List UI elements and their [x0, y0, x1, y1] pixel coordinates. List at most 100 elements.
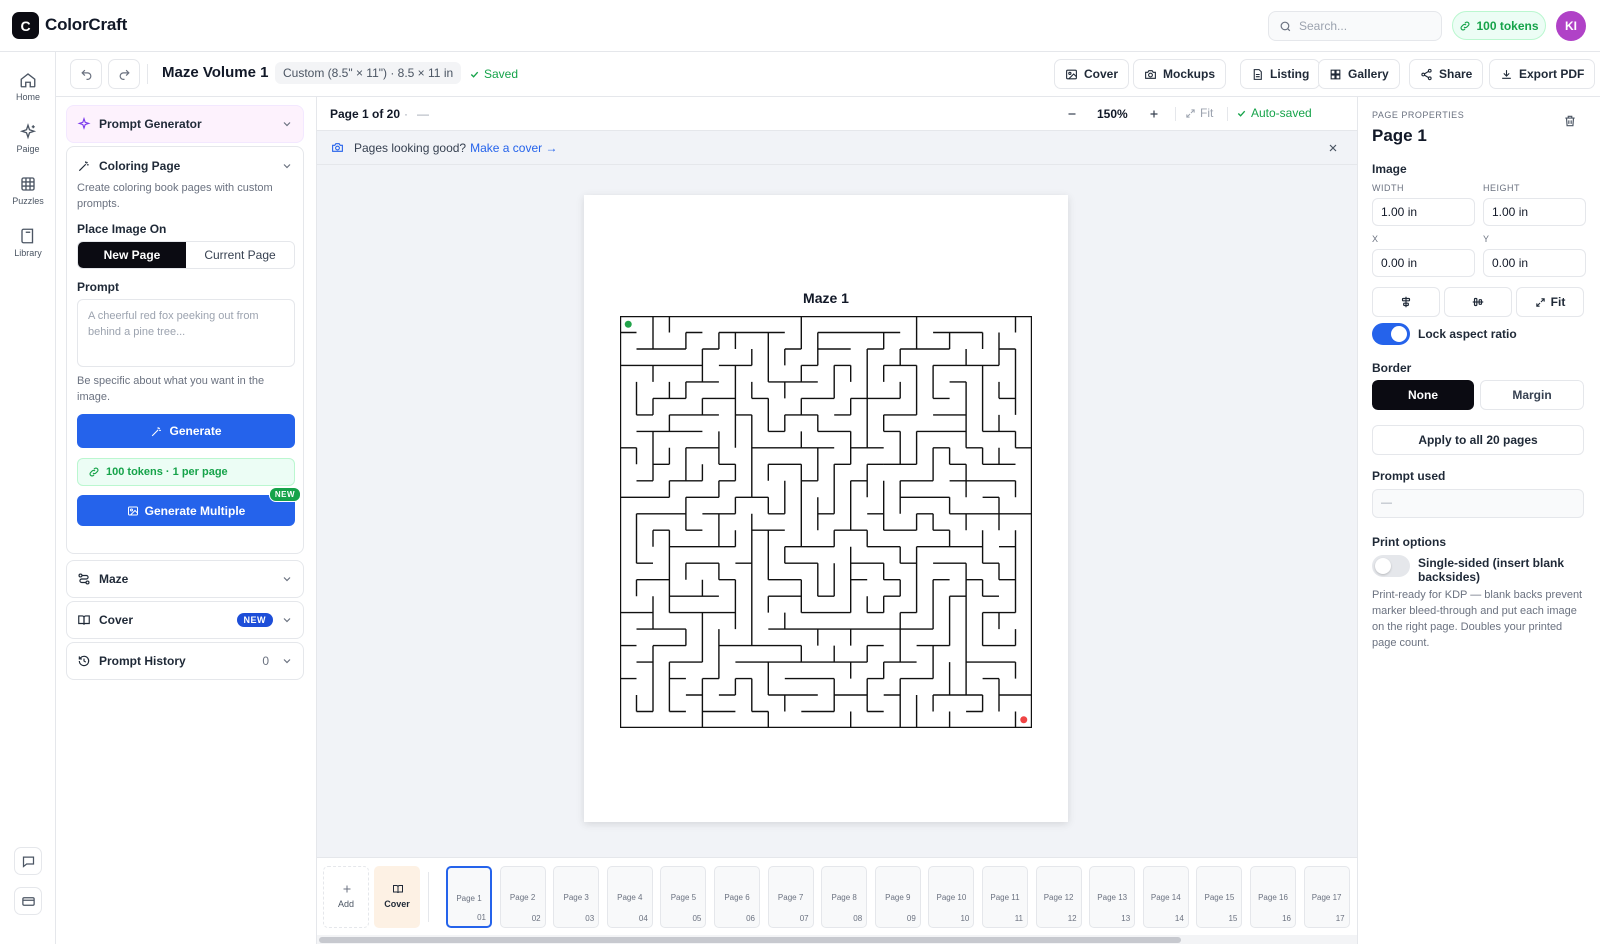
border-toggle: None Margin	[1372, 380, 1584, 410]
gallery-button[interactable]: Gallery	[1318, 59, 1400, 89]
current-page-option[interactable]: Current Page	[186, 242, 294, 268]
export-pdf-button[interactable]: Export PDF	[1489, 59, 1596, 89]
place-image-label: Place Image On	[77, 222, 167, 236]
page-thumbnail-number: 02	[531, 914, 541, 923]
sparkle-icon	[19, 123, 37, 140]
maze-section[interactable]: Maze	[66, 560, 304, 598]
search-icon	[1280, 21, 1291, 31]
image-icon	[127, 506, 138, 515]
y-field[interactable]	[1483, 249, 1586, 277]
export-pdf-button-label: Export PDF	[1519, 67, 1585, 81]
cover-button[interactable]: Cover	[1054, 59, 1130, 89]
rail-item-library[interactable]: Library	[0, 227, 56, 258]
align-horizontal-center-button[interactable]	[1372, 287, 1440, 317]
add-page-button[interactable]: Add	[323, 866, 369, 928]
share-button[interactable]: Share	[1409, 59, 1484, 89]
rail-item-puzzles[interactable]: Puzzles	[0, 175, 56, 206]
page-thumbnail[interactable]: Page 15 15	[1196, 866, 1243, 928]
page-thumbnail[interactable]: Page 16 16	[1250, 866, 1296, 928]
border-none-option[interactable]: None	[1372, 380, 1474, 410]
x-input[interactable]	[1381, 256, 1466, 270]
chevron-down-icon[interactable]	[281, 614, 293, 626]
page-thumbnail[interactable]: Page 8 08	[821, 866, 868, 928]
search-box[interactable]	[1268, 11, 1442, 41]
tokens-badge[interactable]: 100 tokens	[1452, 11, 1546, 40]
billing-button[interactable]	[14, 887, 42, 915]
page-thumbnail[interactable]: Page 5 05	[660, 866, 707, 928]
page-thumbnail-label: Page 16	[1258, 893, 1288, 902]
border-margin-option[interactable]: Margin	[1480, 380, 1584, 410]
align-vertical-center-button[interactable]	[1444, 287, 1512, 317]
chat-button[interactable]	[14, 847, 42, 875]
rail-item-home[interactable]: Home	[0, 71, 56, 102]
prompt-generator-section[interactable]: Prompt Generator	[66, 105, 304, 143]
plus-icon	[1150, 110, 1158, 118]
rail-item-paige[interactable]: Paige	[0, 123, 56, 154]
prompt-input[interactable]	[77, 299, 295, 367]
avatar[interactable]: KI	[1556, 11, 1586, 41]
width-input[interactable]	[1381, 205, 1466, 219]
x-field[interactable]	[1372, 249, 1475, 277]
page-thumbnail[interactable]: Page 14 14	[1142, 866, 1189, 928]
page-thumbnail[interactable]: Page 7 07	[767, 866, 814, 928]
page-thumbnail[interactable]: Page 3 03	[553, 866, 600, 928]
toolbar-divider	[147, 64, 148, 84]
fit-button[interactable]: Fit	[1185, 106, 1213, 120]
undo-button[interactable]	[70, 59, 102, 89]
zoom-out-button[interactable]	[1062, 104, 1082, 124]
single-sided-toggle[interactable]	[1372, 555, 1410, 577]
page-size-chip[interactable]: Custom (8.5" × 11") · 8.5 × 11 in	[275, 62, 462, 84]
cover-header[interactable]: Cover NEW	[67, 602, 303, 638]
app-logo[interactable]: C	[12, 12, 39, 39]
search-input[interactable]	[1299, 19, 1429, 33]
chevron-down-icon[interactable]	[281, 655, 293, 667]
page-thumbnail-number: 13	[1121, 914, 1131, 923]
page-thumbnail[interactable]: Page 1 01	[446, 866, 492, 928]
prompt-generator-header[interactable]: Prompt Generator	[67, 106, 303, 142]
apply-all-button[interactable]: Apply to all 20 pages	[1372, 425, 1584, 455]
fit-image-button[interactable]: Fit	[1516, 287, 1584, 317]
lock-aspect-toggle[interactable]	[1372, 323, 1410, 345]
width-field[interactable]	[1372, 198, 1475, 226]
y-input[interactable]	[1492, 256, 1577, 270]
page-thumbnail[interactable]: Page 2 02	[499, 866, 546, 928]
document-title[interactable]: Maze Volume 1	[162, 64, 268, 81]
chevron-down-icon[interactable]	[281, 573, 293, 585]
generate-multiple-button[interactable]: Generate Multiple NEW	[77, 487, 301, 526]
maze-image[interactable]	[620, 316, 1032, 728]
new-page-option[interactable]: New Page	[78, 242, 186, 268]
cover-thumbnail[interactable]: Cover	[374, 866, 420, 928]
page-thumbnail-label: Page 8	[831, 893, 857, 902]
app-name[interactable]: ColorCraft	[45, 15, 127, 35]
redo-button[interactable]	[108, 59, 140, 89]
page-sheet[interactable]: Maze 1	[584, 195, 1068, 822]
maze-header[interactable]: Maze	[67, 561, 303, 597]
page-thumbnail[interactable]: Page 10 10	[928, 866, 975, 928]
delete-page-button[interactable]	[1563, 114, 1577, 128]
coloring-page-header[interactable]: Coloring Page	[67, 148, 303, 184]
height-input[interactable]	[1492, 205, 1577, 219]
close-notice-button[interactable]	[1327, 142, 1339, 154]
chevron-down-icon[interactable]	[281, 118, 293, 130]
page-thumbnail[interactable]: Page 17 17	[1303, 866, 1350, 928]
filmstrip-divider	[428, 872, 429, 922]
page-thumbnail[interactable]: Page 6 06	[714, 866, 760, 928]
scrollbar-thumb[interactable]	[319, 937, 1181, 943]
page-thumbnail[interactable]: Page 9 09	[874, 866, 921, 928]
page-thumbnail[interactable]: Page 4 04	[606, 866, 653, 928]
zoom-in-button[interactable]	[1144, 104, 1164, 124]
apply-all-label: Apply to all 20 pages	[1418, 433, 1538, 447]
prompt-history-section[interactable]: Prompt History 0	[66, 642, 304, 680]
mockups-button[interactable]: Mockups	[1133, 59, 1227, 89]
filmstrip-scrollbar[interactable]	[317, 935, 1357, 944]
page-thumbnail[interactable]: Page 13 13	[1089, 866, 1136, 928]
chevron-down-icon[interactable]	[281, 160, 293, 172]
cover-section[interactable]: Cover NEW	[66, 601, 304, 639]
make-cover-link[interactable]: Make a cover →	[470, 141, 557, 155]
generate-button[interactable]: Generate	[77, 414, 295, 448]
prompt-history-header[interactable]: Prompt History 0	[67, 643, 303, 679]
page-thumbnail[interactable]: Page 12 12	[1035, 866, 1082, 928]
page-thumbnail[interactable]: Page 11 11	[982, 866, 1028, 928]
height-field[interactable]	[1483, 198, 1586, 226]
listing-button[interactable]: Listing	[1240, 59, 1321, 89]
